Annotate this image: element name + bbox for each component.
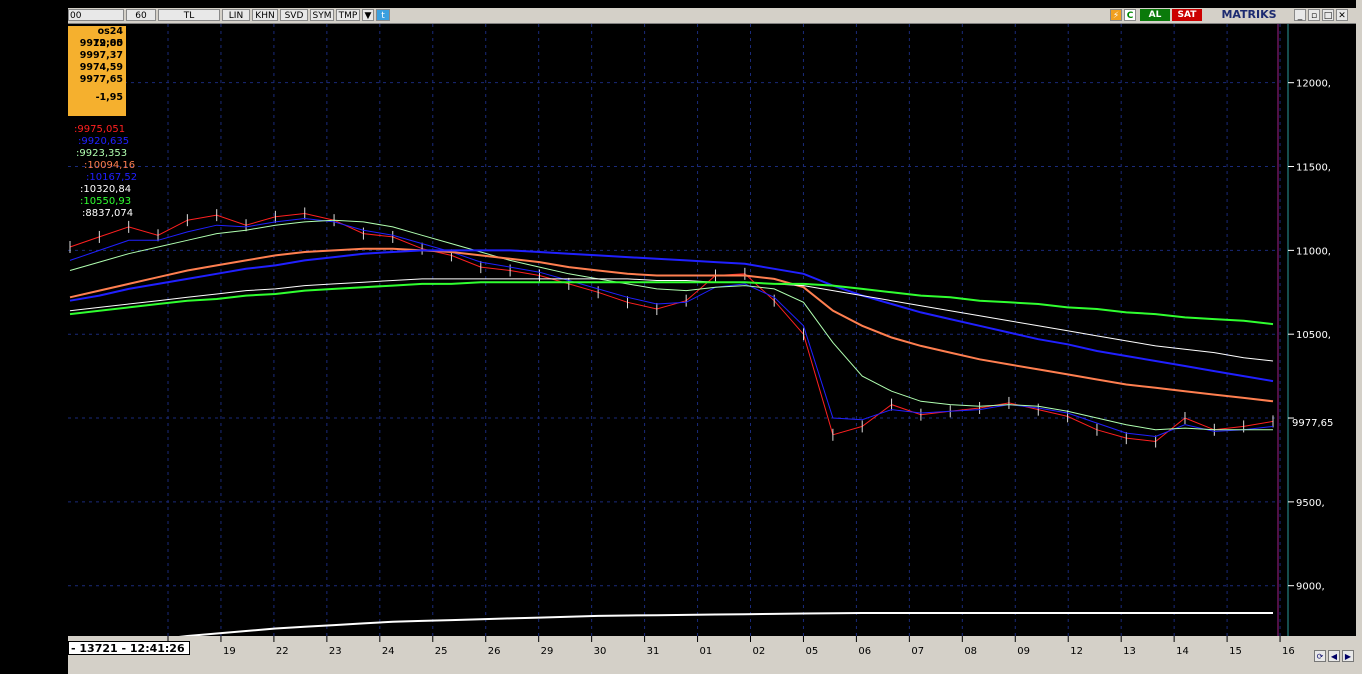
currency-button[interactable]: TL — [158, 9, 220, 21]
x-tick-label: 13 — [1123, 646, 1136, 657]
ma-legend-7: :10550,93 — [80, 196, 132, 207]
x-tick-label: 09 — [1017, 646, 1030, 657]
info-low: 9974,59 — [79, 62, 123, 73]
period-field[interactable]: 00 — [68, 9, 124, 21]
x-tick-label: 24 — [382, 646, 395, 657]
y-tick-label: 11500, — [1296, 163, 1331, 174]
series-ma_white — [69, 278, 1274, 362]
x-tick-label: 01 — [700, 646, 713, 657]
brand-logo: MATRIKS — [1221, 8, 1277, 21]
x-tick-label: 31 — [647, 646, 660, 657]
x-tick-label: 14 — [1176, 646, 1189, 657]
info-date: os24 12:00 — [92, 26, 123, 49]
chart-toolbar: 00 60 TL LIN KHN SVD SYM TMP ▼ t ⚡ C AL … — [68, 8, 1356, 24]
status-field: - 13721 - 12:41:26 — [68, 641, 190, 655]
x-tick-label: 23 — [329, 646, 342, 657]
ma-legend-1: :9975,051 — [74, 124, 126, 135]
x-tick-label: 07 — [911, 646, 924, 657]
series-lower_line — [178, 612, 1273, 636]
ma-legend-4: :10094,16 — [84, 160, 136, 171]
last-price-label: 9977,65 — [1292, 418, 1333, 429]
ma-legend-2: :9920,635 — [78, 136, 130, 147]
template-button[interactable]: TMP — [336, 9, 360, 21]
ma-legend-6: :10320,84 — [80, 184, 132, 195]
info-open: 9979,85 — [79, 38, 123, 49]
restore-icon[interactable]: ▫ — [1308, 9, 1320, 21]
x-tick-label: 22 — [276, 646, 289, 657]
interval-button[interactable]: 60 — [126, 9, 156, 21]
x-tick-label: 06 — [858, 646, 871, 657]
refresh-icon[interactable]: C — [1124, 9, 1136, 21]
left-panel — [0, 0, 68, 674]
x-tick-label: 16 — [1282, 646, 1295, 657]
x-tick-label: 30 — [594, 646, 607, 657]
x-tick-label: 19 — [223, 646, 236, 657]
right-border — [1356, 0, 1362, 674]
ohlc-info-box: os24 12:00 9979,85 9997,37 9974,59 9977,… — [68, 26, 126, 116]
twitter-icon[interactable]: t — [376, 9, 390, 21]
series-layer — [69, 207, 1274, 636]
y-tick-label: 10500, — [1296, 330, 1331, 341]
info-high: 9997,37 — [79, 50, 123, 61]
y-tick-label: 11000, — [1296, 246, 1331, 257]
x-tick-label: 15 — [1229, 646, 1242, 657]
series-ma_blue — [69, 249, 1274, 383]
info-close: 9977,65 — [79, 74, 123, 85]
x-tick-label: 12 — [1070, 646, 1083, 657]
bottom-strip — [68, 662, 1356, 674]
autoscroll-icon[interactable]: ⟳ — [1314, 650, 1326, 662]
linear-button[interactable]: LIN — [222, 9, 250, 21]
lightning-icon[interactable]: ⚡ — [1110, 9, 1122, 21]
svd-button[interactable]: SVD — [280, 9, 308, 21]
info-change: -1,95 — [95, 92, 123, 103]
x-tick-label: 29 — [541, 646, 554, 657]
series-price — [69, 212, 1274, 443]
y-tick-label: 12000, — [1296, 79, 1331, 90]
maximize-icon[interactable]: □ — [1322, 9, 1334, 21]
dropdown-arrow-icon[interactable]: ▼ — [362, 9, 374, 21]
x-tick-label: 25 — [435, 646, 448, 657]
buy-button[interactable]: AL — [1140, 9, 1170, 21]
series-ma_fast — [69, 217, 1274, 438]
sell-button[interactable]: SAT — [1172, 9, 1202, 21]
symbol-button[interactable]: SYM — [310, 9, 334, 21]
y-tick-layer: 9000, 9500, 10500, 11000, 11500, 12000, — [1288, 79, 1331, 593]
x-tick-label: 02 — [753, 646, 766, 657]
scroll-left-icon[interactable]: ◀ — [1328, 650, 1340, 662]
x-axis-labels: 1819222324252629303101020506070809121314… — [167, 636, 1295, 657]
scroll-right-icon[interactable]: ▶ — [1342, 650, 1354, 662]
chart-grid — [68, 24, 1281, 636]
close-icon[interactable]: ✕ — [1336, 9, 1348, 21]
x-tick-label: 05 — [805, 646, 818, 657]
y-tick-label: 9500, — [1296, 498, 1325, 509]
price-chart[interactable]: 9000, 9500, 10500, 11000, 11500, 12000, 9977,… — [68, 24, 1356, 636]
series-ma_mid — [69, 219, 1273, 431]
x-tick-label: 08 — [964, 646, 977, 657]
y-tick-label: 9000, — [1296, 582, 1325, 593]
x-axis: 1819222324252629303101020506070809121314… — [68, 636, 1356, 662]
series-ma_orange — [69, 247, 1274, 403]
minimize-icon[interactable]: _ — [1294, 9, 1306, 21]
khn-button[interactable]: KHN — [252, 9, 278, 21]
ma-legend-5: :10167,52 — [86, 172, 138, 183]
ma-legend-3: :9923,353 — [76, 148, 128, 159]
ma-legend-8: :8837,074 — [82, 208, 134, 219]
x-tick-label: 26 — [488, 646, 501, 657]
